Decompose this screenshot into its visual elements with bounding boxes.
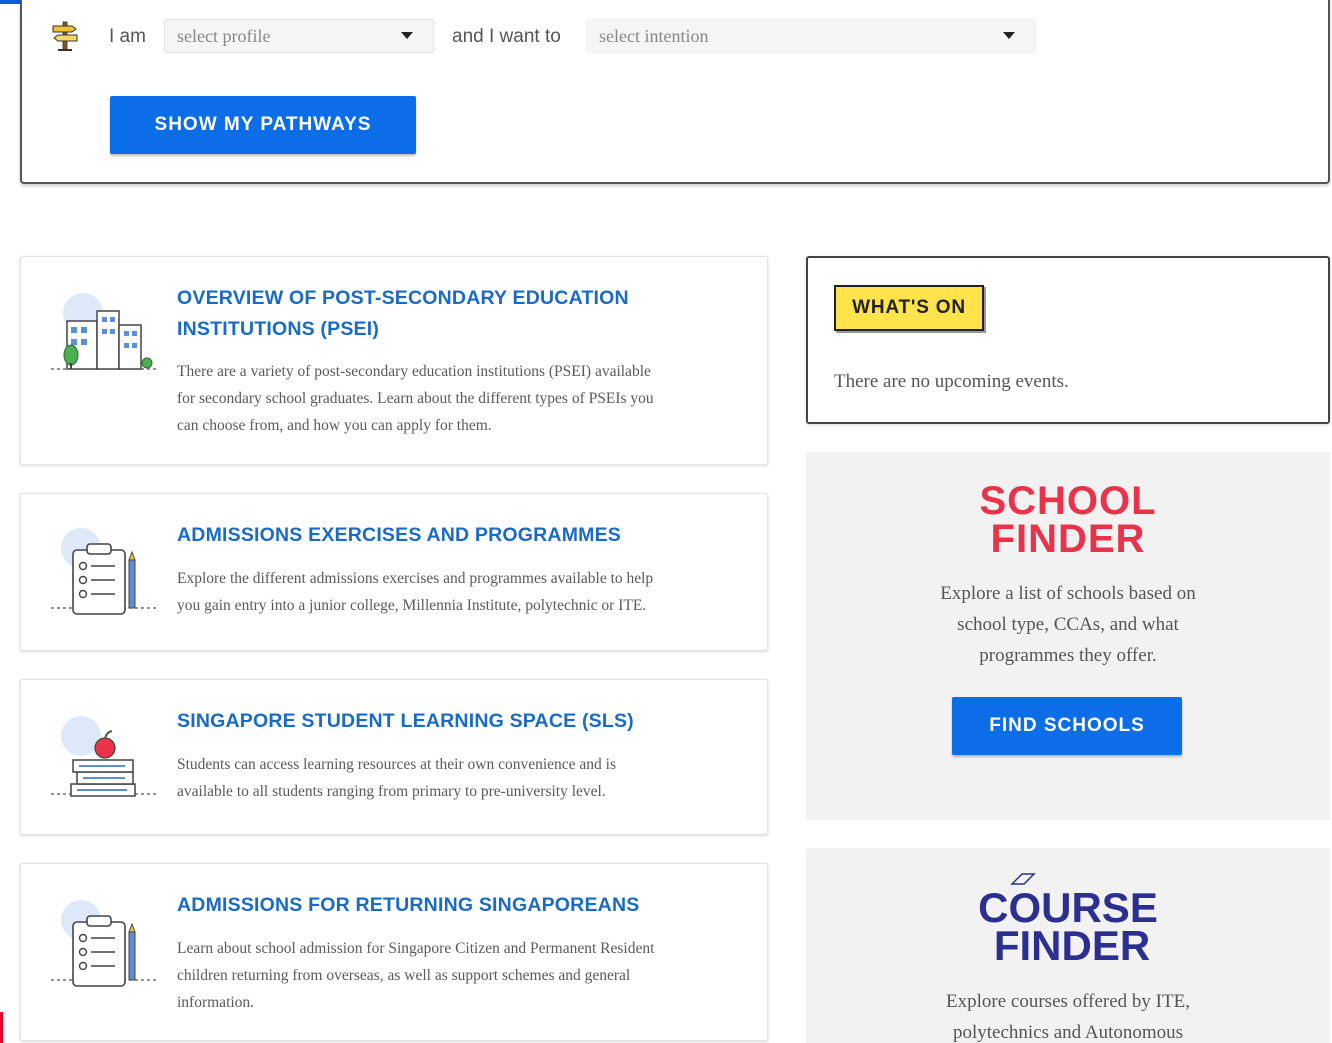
finder-description-line: programmes they offer. [979,645,1157,666]
card-description-line: Learn about school admission for Singapo… [177,940,655,957]
pathway-selector-panel: I am select profile and I want to select… [20,0,1330,184]
finder-description-line: polytechnics and Autonomous [952,1022,1184,1043]
school-finder-logo: SCHOOL FINDER [979,479,1155,558]
profile-select-placeholder: select profile [177,26,271,46]
course-finder-logo: COURSE FINDER [978,873,1158,966]
no-events-text: There are no upcoming events. [834,371,1069,392]
whats-on-panel: WHAT'S ON There are no upcoming events. [806,256,1330,424]
card-title[interactable]: SINGAPORE STUDENT LEARNING SPACE (SLS) [177,706,634,737]
card-description-line: available to all students ranging from p… [177,783,606,800]
graduation-cap-icon [1010,873,1036,885]
course-finder-description: Explore courses offered by ITE, polytech… [846,986,1290,1043]
whats-on-badge: WHAT'S ON [834,285,984,331]
school-finder-description: Explore a list of schools based on schoo… [846,578,1290,671]
card-description-line: Explore the different admissions exercis… [177,570,654,587]
card-description: Explore the different admissions exercis… [177,565,747,619]
red-edge-marker [0,1012,3,1043]
card-sls[interactable]: SINGAPORE STUDENT LEARNING SPACE (SLS) S… [20,679,768,835]
card-title-line: SINGAPORE STUDENT LEARNING SPACE (SLS) [177,710,634,732]
course-finder-panel: COURSE FINDER Explore courses offered by… [806,848,1330,1043]
school-finder-logo-line2: FINDER [991,517,1146,558]
profile-select[interactable]: select profile [164,19,434,53]
show-my-pathways-button[interactable]: SHOW MY PATHWAYS [110,96,416,154]
card-title-line: INSTITUTIONS (PSEI) [177,318,380,340]
card-title[interactable]: ADMISSIONS EXERCISES AND PROGRAMMES [177,520,621,551]
card-returning-singaporeans[interactable]: ADMISSIONS FOR RETURNING SINGAPOREANS Le… [20,863,768,1041]
card-description-line: Students can access learning resources a… [177,756,617,773]
i-am-label: I am [109,26,146,47]
signpost-icon [52,21,78,51]
card-title-line: OVERVIEW OF POST-SECONDARY EDUCATION [177,287,629,309]
card-description-line: information. [177,994,255,1011]
card-title[interactable]: OVERVIEW OF POST-SECONDARY EDUCATION INS… [177,283,629,345]
caret-down-icon [1003,32,1015,39]
intention-select-placeholder: select intention [599,26,709,46]
card-description-line: for secondary school graduates. Learn ab… [177,390,654,407]
finder-description-line: Explore courses offered by ITE, [946,991,1190,1012]
finder-description-line: Explore a list of schools based on [940,583,1196,604]
card-title-line: ADMISSIONS EXERCISES AND PROGRAMMES [177,524,621,546]
card-description-line: children returning from overseas, as wel… [177,967,631,984]
card-description-line: There are a variety of post-secondary ed… [177,363,651,380]
card-description: Students can access learning resources a… [177,751,747,805]
card-psei-overview[interactable]: OVERVIEW OF POST-SECONDARY EDUCATION INS… [20,256,768,465]
school-finder-panel: SCHOOL FINDER Explore a list of schools … [806,452,1330,820]
card-description-line: can choose from, and how you can apply f… [177,417,492,434]
clipboard-icon [51,900,157,987]
course-finder-logo-line2: FINDER [994,922,1150,966]
caret-down-icon [401,32,413,39]
find-schools-button[interactable]: FIND SCHOOLS [952,697,1182,755]
want-to-label: and I want to [452,26,561,47]
card-admissions-exercises[interactable]: ADMISSIONS EXERCISES AND PROGRAMMES Expl… [20,493,768,651]
finder-description-line: school type, CCAs, and what [957,614,1179,635]
intention-select[interactable]: select intention [586,19,1036,53]
card-description: There are a variety of post-secondary ed… [177,358,747,439]
card-title[interactable]: ADMISSIONS FOR RETURNING SINGAPOREANS [177,890,639,921]
books-apple-icon [51,716,157,797]
card-title-line: ADMISSIONS FOR RETURNING SINGAPOREANS [177,894,640,916]
card-description-line: you gain entry into a junior college, Mi… [177,597,647,614]
card-description: Learn about school admission for Singapo… [177,935,747,1016]
clipboard-icon [51,528,157,615]
buildings-icon [51,293,157,370]
